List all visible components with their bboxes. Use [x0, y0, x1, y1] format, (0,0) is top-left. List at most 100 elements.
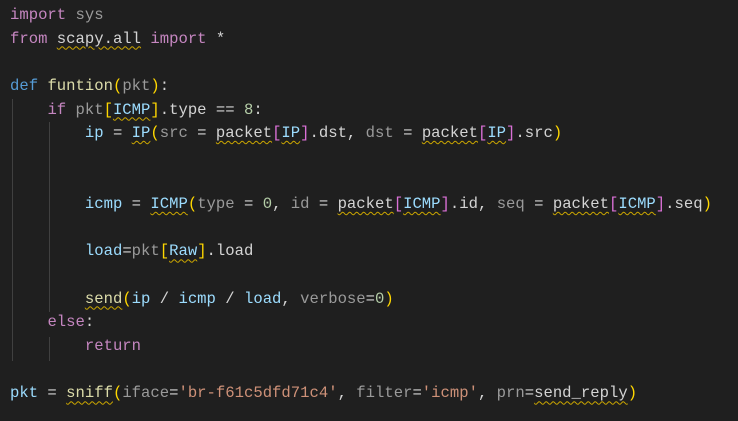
code-line[interactable]: icmp = ICMP(type = 0, id = packet[ICMP].… [10, 193, 712, 217]
code-token: src [159, 124, 188, 143]
code-token: = [524, 384, 535, 403]
code-token: return [84, 336, 142, 355]
code-token: ( [187, 195, 198, 214]
code-token: = [393, 124, 422, 143]
code-token: , [281, 289, 301, 308]
code-line[interactable] [10, 217, 712, 241]
code-token: .load [206, 242, 254, 261]
code-line[interactable]: import sys [10, 4, 712, 28]
code-token: = [412, 384, 422, 403]
code-token: / [150, 289, 179, 308]
code-line[interactable]: else: [10, 311, 712, 335]
code-token: .dst, [309, 124, 366, 143]
code-token: 0 [262, 195, 273, 214]
code-token: ( [112, 76, 123, 95]
code-token-warning: ICMP [403, 195, 441, 214]
code-line[interactable]: return [10, 335, 712, 359]
code-token-warning: ICMP [618, 195, 656, 214]
code-token: [ [609, 195, 619, 214]
code-token: ( [122, 289, 132, 308]
code-token: filter [356, 384, 413, 403]
code-token: [ [159, 242, 170, 261]
code-line[interactable]: load=pkt[Raw].load [10, 240, 712, 264]
code-token: = [365, 289, 376, 308]
code-line[interactable]: def funtion(pkt): [10, 75, 712, 99]
code-token: , [477, 384, 497, 403]
code-token: : [253, 100, 263, 119]
code-token: .src [515, 124, 553, 143]
code-token: = [187, 124, 216, 143]
code-token: , [272, 195, 291, 214]
code-token: prn [496, 384, 525, 403]
code-token: if [47, 100, 67, 119]
code-token: = [103, 124, 132, 143]
code-token-warning: send [84, 289, 123, 308]
code-token-warning: Raw [169, 242, 198, 261]
code-token: ] [197, 242, 207, 261]
code-token: ] [300, 124, 310, 143]
code-token: [ [103, 100, 113, 119]
code-token: pkt [75, 100, 104, 119]
code-token: def [10, 76, 39, 95]
code-line[interactable] [10, 264, 712, 288]
code-token: ] [655, 195, 666, 214]
code-line[interactable]: ip = IP(src = packet[IP].dst, dst = pack… [10, 122, 712, 146]
code-token: .id, [449, 195, 497, 214]
code-token: pkt [131, 242, 160, 261]
code-token: ) [384, 289, 394, 308]
code-token: [ [477, 124, 488, 143]
code-token: load [84, 242, 123, 261]
code-token-warning: IP [281, 124, 301, 143]
code-token: seq [496, 195, 525, 214]
code-token: 'br-f61c5dfd71c4' [178, 384, 338, 403]
code-token-warning: sniff [66, 384, 113, 403]
code-token: icmp [84, 195, 123, 214]
code-token: : [84, 313, 95, 332]
code-token: ] [440, 195, 450, 214]
code-token: = [234, 195, 263, 214]
code-line[interactable]: pkt = sniff(iface = 'br-f61c5dfd71c4', fil… [10, 382, 712, 406]
code-token: ( [112, 384, 123, 403]
code-line[interactable] [10, 359, 712, 383]
code-token: iface [122, 384, 170, 403]
code-token: pkt [122, 76, 151, 95]
code-token-warning: packet [552, 195, 609, 214]
code-token: ) [150, 76, 160, 95]
code-token: ] [150, 100, 160, 119]
code-token-warning: packet [215, 124, 273, 143]
code-token: else [47, 313, 85, 332]
code-token: sys [75, 6, 104, 24]
code-token: id [290, 195, 310, 214]
code-token: ] [506, 124, 516, 143]
code-line[interactable] [10, 51, 712, 75]
code-token: verbose [300, 289, 366, 308]
code-token: : [159, 76, 170, 95]
code-token: = [122, 242, 132, 261]
code-token: 0 [375, 289, 385, 308]
code-token: type [197, 195, 235, 214]
code-token: ip [131, 289, 151, 308]
code-token: 'icmp' [421, 384, 478, 403]
code-line[interactable]: from scapy.all import * [10, 28, 712, 52]
code-token: pkt [10, 384, 39, 403]
code-token-warning: ICMP [150, 195, 188, 214]
code-editor[interactable]: import sys from scapy.all import * def fu… [10, 4, 712, 406]
code-token-warning: IP [487, 124, 507, 143]
code-token: load [243, 289, 282, 308]
code-line[interactable]: if pkt[ICMP].type == 8: [10, 99, 712, 123]
code-line[interactable]: send(ip / icmp / load, verbose=0) [10, 288, 712, 312]
code-token: .type == [159, 100, 244, 119]
code-token: = [524, 195, 553, 214]
code-line[interactable] [10, 169, 712, 193]
code-line[interactable] [10, 146, 712, 170]
